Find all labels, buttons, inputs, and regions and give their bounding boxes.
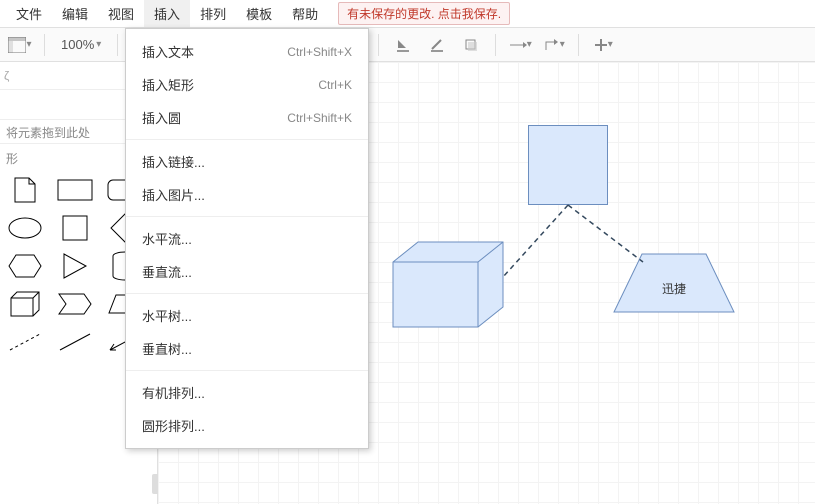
line-color-icon[interactable] — [423, 32, 451, 58]
shape-square[interactable] — [54, 213, 96, 243]
menu-view[interactable]: 视图 — [98, 0, 144, 27]
shape-cube[interactable] — [4, 289, 46, 319]
menu-help[interactable]: 帮助 — [282, 0, 328, 27]
fill-color-icon[interactable] — [389, 32, 417, 58]
toolbar: ▾ 100%▾ ▾ ▾ ▾ — [0, 28, 815, 62]
menu-insert[interactable]: 插入 — [144, 0, 190, 27]
dd-vertical-tree[interactable]: 垂直树... — [126, 332, 368, 365]
shape-hexagon[interactable] — [4, 251, 46, 281]
shape-rect[interactable] — [54, 175, 96, 205]
shape-triangle[interactable] — [54, 251, 96, 281]
unsaved-notice[interactable]: 有未保存的更改. 点击我保存. — [338, 2, 510, 25]
menu-template[interactable]: 模板 — [236, 0, 282, 27]
dd-separator — [126, 370, 368, 371]
layout-icon[interactable]: ▾ — [6, 32, 34, 58]
dd-organic-layout[interactable]: 有机排列... — [126, 376, 368, 409]
dd-vertical-flow[interactable]: 垂直流... — [126, 255, 368, 288]
dd-separator — [126, 293, 368, 294]
separator — [44, 34, 45, 56]
menu-edit[interactable]: 编辑 — [52, 0, 98, 27]
insert-dropdown: 插入文本Ctrl+Shift+X 插入矩形Ctrl+K 插入圆Ctrl+Shif… — [125, 28, 369, 449]
shape-dashline[interactable] — [4, 327, 46, 357]
connection-icon[interactable]: ▾ — [506, 32, 534, 58]
shape-step[interactable] — [54, 289, 96, 319]
shape-line[interactable] — [54, 327, 96, 357]
separator — [578, 34, 579, 56]
waypoint-icon[interactable]: ▾ — [540, 32, 568, 58]
dd-horizontal-tree[interactable]: 水平树... — [126, 299, 368, 332]
dd-separator — [126, 139, 368, 140]
shape-ellipse[interactable] — [4, 213, 46, 243]
shape-page[interactable] — [4, 175, 46, 205]
dd-insert-link[interactable]: 插入链接... — [126, 145, 368, 178]
add-icon[interactable]: ▾ — [589, 32, 617, 58]
zoom-select[interactable]: 100%▾ — [55, 37, 107, 52]
menubar: 文件 编辑 视图 插入 排列 模板 帮助 有未保存的更改. 点击我保存. — [0, 0, 815, 28]
menu-file[interactable]: 文件 — [6, 0, 52, 27]
dd-insert-ellipse[interactable]: 插入圆Ctrl+Shift+K — [126, 101, 368, 134]
dd-circle-layout[interactable]: 圆形排列... — [126, 409, 368, 442]
main-area: ζ 将元素拖到此处 形 — [0, 62, 815, 504]
separator — [117, 34, 118, 56]
dd-horizontal-flow[interactable]: 水平流... — [126, 222, 368, 255]
dd-insert-image[interactable]: 插入图片... — [126, 178, 368, 211]
dd-insert-text[interactable]: 插入文本Ctrl+Shift+X — [126, 35, 368, 68]
shadow-icon[interactable] — [457, 32, 485, 58]
menu-arrange[interactable]: 排列 — [190, 0, 236, 27]
dd-separator — [126, 216, 368, 217]
separator — [495, 34, 496, 56]
separator — [378, 34, 379, 56]
canvas-connector-dashed[interactable] — [488, 197, 668, 307]
canvas-rectangle[interactable] — [528, 125, 608, 205]
dd-insert-rect[interactable]: 插入矩形Ctrl+K — [126, 68, 368, 101]
